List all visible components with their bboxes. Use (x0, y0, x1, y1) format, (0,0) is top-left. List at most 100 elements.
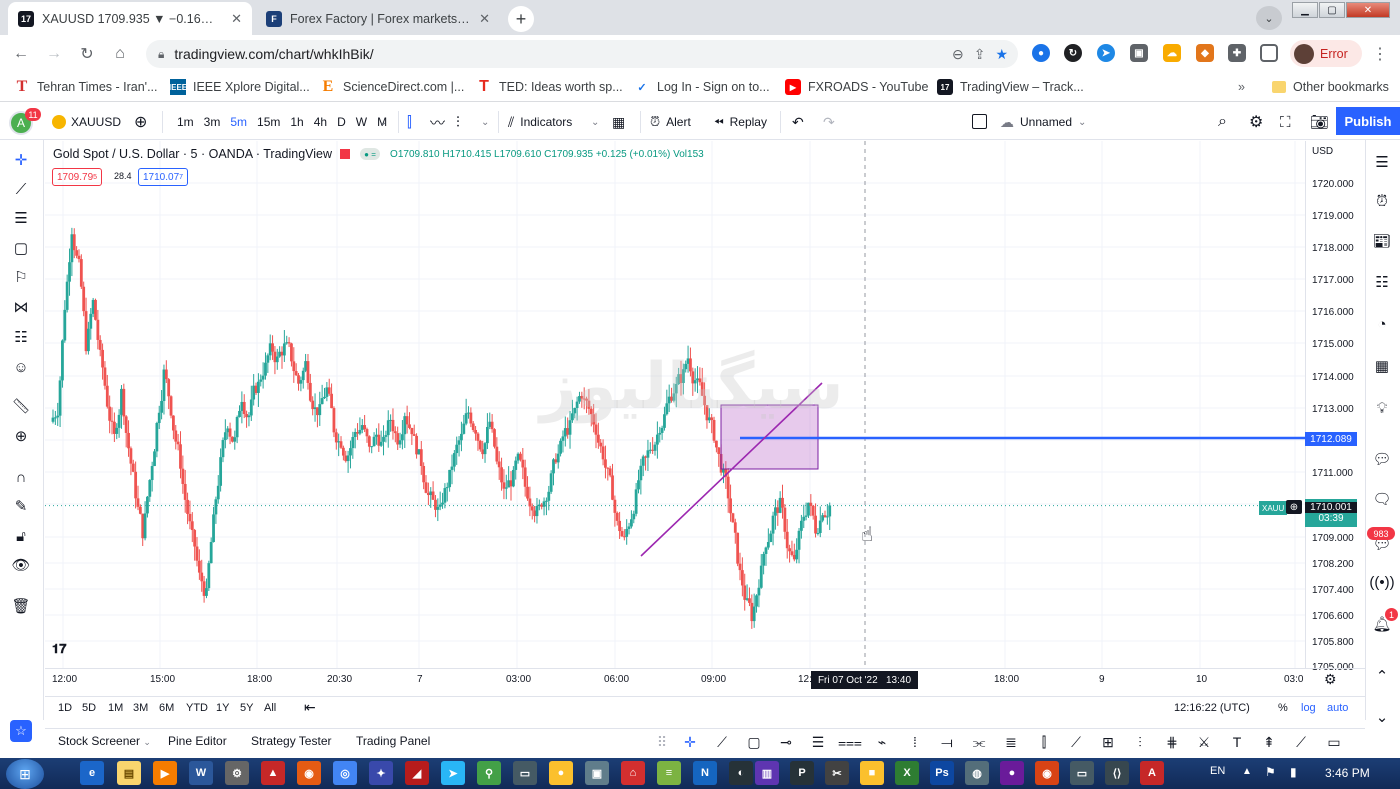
pitchfork-icon[interactable]: ⫶ (1128, 731, 1152, 753)
tradingview-logo[interactable]: 𝟏𝟕 (52, 642, 78, 660)
emoji-icon[interactable]: ☺ (9, 355, 33, 379)
chevron-down-icon[interactable]: ⌄ (379, 104, 387, 140)
bookmark-sciencedirect[interactable]: E ScienceDirect.com |... (320, 78, 465, 96)
app-display-icon[interactable]: ▭ (1070, 761, 1094, 785)
goto-date-icon[interactable]: ⇤ (304, 699, 316, 716)
app-tool-icon[interactable]: ✂ (825, 761, 849, 785)
axis-settings-gear-icon[interactable]: ⚙ (1324, 671, 1337, 688)
streams-icon[interactable]: 🗨︎ (1370, 487, 1394, 511)
taskbar-clock[interactable]: 3:46 PM (1325, 766, 1370, 780)
zoom-in-icon[interactable]: ⊕ (9, 424, 33, 448)
bookmark-fxroads[interactable]: ▶ FXROADS - YouTube (785, 78, 928, 96)
broadcast-icon[interactable]: ((•)) (1369, 570, 1394, 594)
crosshair-icon[interactable]: ✛ (678, 731, 702, 753)
sync-extension-icon[interactable]: ↻ (1064, 44, 1082, 62)
interval-5m[interactable]: 5m (225, 115, 252, 129)
range-1y[interactable]: 1Y (216, 702, 229, 714)
puzzle-icon[interactable]: ✚ (1228, 44, 1246, 62)
eye-toggle-icon[interactable]: ● = (360, 148, 381, 160)
bookmark-star-icon[interactable]: ★ (995, 46, 1008, 63)
share-icon[interactable]: ⇪ (974, 46, 986, 63)
range-ytd[interactable]: YTD (186, 702, 208, 714)
app-window-icon[interactable]: ▣ (585, 761, 609, 785)
watchlist-icon[interactable]: ☰ (1370, 150, 1394, 174)
hotlist-icon[interactable]: ◔ (1370, 312, 1394, 336)
collapse-down-icon[interactable]: ⌄ (1370, 705, 1394, 729)
messenger-extension-icon[interactable]: ➤ (1097, 44, 1115, 62)
interval-1m[interactable]: 1m (172, 115, 199, 129)
monitor-icon[interactable]: ▭ (513, 761, 537, 785)
range-all[interactable]: All (264, 702, 276, 714)
interval-4h[interactable]: 4h (309, 115, 332, 129)
undo-icon[interactable]: ↶ (792, 104, 804, 140)
magnet-icon[interactable]: ∩ (9, 465, 33, 489)
forecast-icon[interactable]: ☷ (9, 325, 33, 349)
app-code-icon[interactable]: ⟨⟩ (1105, 761, 1129, 785)
tab-stock-screener[interactable]: Stock Screener ⌄ (58, 734, 151, 748)
ruler-tool-icon[interactable]: ⟋ (1289, 731, 1313, 753)
more-bookmarks-icon[interactable]: » (1238, 78, 1245, 96)
trendline-icon[interactable]: ⟋ (9, 177, 33, 201)
sell-button[interactable]: 1709.79 5 (52, 168, 103, 186)
cloud-extension-icon[interactable]: ☁ (1163, 44, 1181, 62)
language-indicator[interactable]: EN (1210, 765, 1225, 777)
address-bar[interactable]: 🔒︎ tradingview.com/chart/whkIhBik/ ⊖ ⇪ ★ (146, 40, 1018, 68)
bars-icon[interactable]: ⫶ (456, 104, 460, 140)
auto-toggle[interactable]: auto (1327, 702, 1348, 714)
crosshair-icon[interactable]: ✛ (9, 148, 33, 172)
tab-search-icon[interactable]: ⌄ (1256, 6, 1282, 30)
interval-D[interactable]: D (332, 115, 351, 129)
minimize-button[interactable]: ▁ (1292, 2, 1318, 18)
gear-icon[interactable]: ⚙ (1249, 104, 1263, 140)
gann-icon[interactable]: ⋕ (1160, 731, 1184, 753)
close-icon[interactable]: ✕ (479, 11, 490, 27)
price-chart[interactable]: ☝ (45, 141, 1305, 668)
fullscreen-icon[interactable]: ⛶ (1280, 104, 1291, 140)
symbol-search[interactable]: XAUUSD (52, 104, 121, 140)
eye-icon[interactable]: 👁︎ (9, 553, 33, 577)
long-position-icon[interactable]: ⇞ (1257, 731, 1281, 753)
settings-icon[interactable]: ⚙ (225, 761, 249, 785)
fib-fan-icon[interactable]: ⩶ (838, 731, 862, 753)
telegram-icon[interactable]: ➤ (441, 761, 465, 785)
media-player-icon[interactable]: ▶ (153, 761, 177, 785)
utc-clock[interactable]: 12:16:22 (UTC) (1174, 702, 1250, 714)
range-1d[interactable]: 1D (58, 702, 72, 714)
indicators-button[interactable]: ⫽ Indicators (508, 104, 572, 140)
log-toggle[interactable]: log (1301, 702, 1316, 714)
app-chart-icon[interactable]: ▥ (755, 761, 779, 785)
regression-icon[interactable]: ≣ (999, 731, 1023, 753)
app-purple-icon[interactable]: ● (1000, 761, 1024, 785)
image-extension-icon[interactable]: ▣ (1130, 44, 1148, 62)
back-icon[interactable]: ← (10, 43, 32, 65)
tab-strategy-tester[interactable]: Strategy Tester (251, 734, 331, 748)
firefox-icon[interactable]: ◉ (297, 761, 321, 785)
network-icon[interactable]: ▮ (1290, 765, 1297, 779)
currency-selector[interactable]: USD (1312, 146, 1333, 157)
calendar-icon[interactable]: ▦ (1370, 354, 1394, 378)
publish-button[interactable]: Publish (1336, 107, 1400, 135)
favorites-star-icon[interactable]: ☆ (10, 720, 32, 742)
app-red-icon[interactable]: ◢ (405, 761, 429, 785)
app-star-icon[interactable]: ✦ (369, 761, 393, 785)
path-icon[interactable]: ⌁ (870, 731, 894, 753)
tab-forexfactory[interactable]: F Forex Factory | Forex markets for ✕ (256, 2, 500, 35)
maximize-button[interactable]: ▢ (1319, 2, 1345, 18)
range-1m[interactable]: 1M (108, 702, 123, 714)
photoshop-icon[interactable]: Ps (930, 761, 954, 785)
extension-icon[interactable]: ● (1032, 44, 1050, 62)
app-orange-icon[interactable]: ◉ (1035, 761, 1059, 785)
flag-icon[interactable]: ⚑ (1265, 765, 1276, 779)
replay-button[interactable]: ⏪︎ Replay (714, 104, 767, 140)
range-5d[interactable]: 5D (82, 702, 96, 714)
chevron-down-icon[interactable]: ⌄ (591, 104, 599, 140)
horizontal-line-icon[interactable]: ⟞ (935, 731, 959, 753)
redo-icon[interactable]: ↷ (823, 104, 835, 140)
sidepanel-icon[interactable] (1260, 44, 1278, 62)
close-window-button[interactable]: ✕ (1346, 2, 1390, 18)
zoom-icon[interactable]: ⊖ (952, 46, 964, 63)
close-icon[interactable]: ✕ (231, 11, 242, 27)
bookmark-tehran-times[interactable]: T Tehran Times - Iran'... (14, 78, 158, 96)
text-tool-icon[interactable]: T (1225, 731, 1249, 753)
layout-checkbox[interactable] (972, 114, 987, 129)
